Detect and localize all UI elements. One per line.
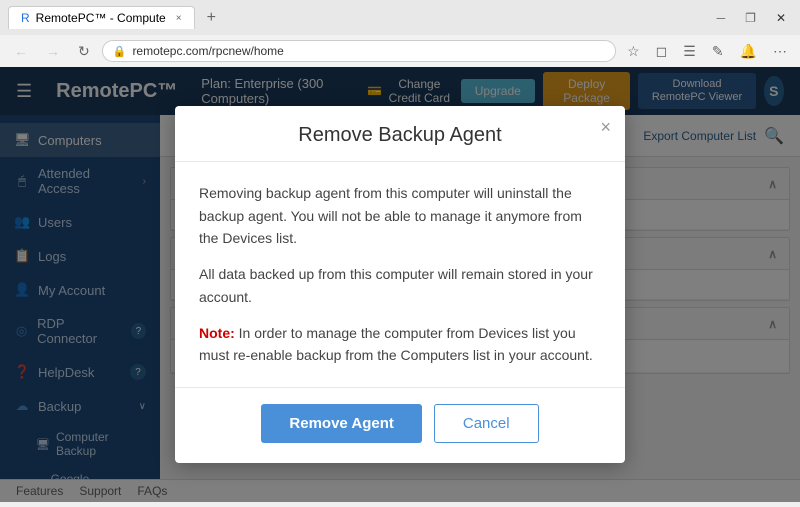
browser-toolbar: ← → ↻ 🔒 remotepc.com/rpcnew/home ☆ ◻ ☰ ✎…: [0, 35, 800, 67]
refresh-button[interactable]: ↻: [72, 41, 96, 62]
edit-icon[interactable]: ✎: [707, 41, 729, 62]
account-icon[interactable]: 🔔: [735, 41, 762, 62]
modal-close-button[interactable]: ×: [600, 118, 611, 136]
modal-header: Remove Backup Agent ×: [175, 106, 625, 162]
modal-body: Removing backup agent from this computer…: [175, 162, 625, 387]
browser-tab: R RemotePC™ - Compute ×: [8, 6, 195, 29]
modal-body-text-1: Removing backup agent from this computer…: [199, 182, 601, 249]
remove-agent-button[interactable]: Remove Agent: [261, 404, 421, 443]
url-text[interactable]: remotepc.com/rpcnew/home: [132, 44, 605, 58]
restore-icon[interactable]: ❐: [739, 9, 762, 27]
close-icon[interactable]: ✕: [770, 9, 792, 27]
new-tab-button[interactable]: +: [201, 7, 222, 29]
bookmark-icon[interactable]: ☆: [622, 41, 645, 62]
minimize-icon[interactable]: ─: [711, 9, 732, 27]
back-button[interactable]: ←: [8, 41, 34, 61]
lock-icon: 🔒: [113, 45, 127, 58]
menu-icon[interactable]: ⋯: [768, 41, 792, 62]
browser-chrome: R RemotePC™ - Compute × + ─ ❐ ✕ ← → ↻ 🔒 …: [0, 0, 800, 67]
cancel-button[interactable]: Cancel: [434, 404, 539, 443]
modal-note: Note: In order to manage the computer fr…: [199, 322, 601, 367]
modal-footer: Remove Agent Cancel: [175, 387, 625, 463]
modal-title: Remove Backup Agent: [298, 124, 501, 146]
browser-titlebar: R RemotePC™ - Compute × + ─ ❐ ✕: [0, 0, 800, 35]
note-text: In order to manage the computer from Dev…: [199, 325, 593, 363]
modal-overlay: Remove Backup Agent × Removing backup ag…: [0, 67, 800, 502]
tab-close-icon[interactable]: ×: [176, 13, 182, 24]
note-label: Note:: [199, 325, 235, 341]
tab-title: RemotePC™ - Compute: [36, 11, 166, 25]
modal-body-text-2: All data backed up from this computer wi…: [199, 263, 601, 308]
address-bar: 🔒 remotepc.com/rpcnew/home: [102, 40, 616, 62]
tab-favicon: R: [21, 11, 30, 25]
profile-icon[interactable]: ◻: [651, 41, 673, 62]
modal: Remove Backup Agent × Removing backup ag…: [175, 106, 625, 463]
extensions-icon[interactable]: ☰: [678, 41, 701, 62]
forward-button[interactable]: →: [40, 41, 66, 61]
